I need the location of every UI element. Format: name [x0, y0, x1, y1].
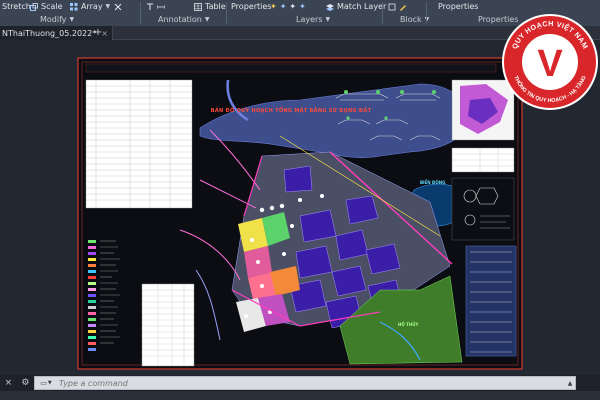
layer-properties-label: Properties [231, 2, 272, 11]
tab-drawing-label: NThaiThuong_05.2022* [2, 28, 97, 38]
command-input[interactable] [55, 377, 565, 389]
annotation-tools[interactable] [146, 0, 165, 13]
match-layer-icon [326, 3, 334, 11]
array-dropdown-icon[interactable]: ▼ [106, 3, 111, 10]
layers-panel-label[interactable]: Layers ▼ [296, 14, 330, 25]
layer-properties-button[interactable]: Properties [231, 0, 271, 13]
ribbon-separator [382, 2, 383, 24]
modify-extra-icons[interactable] [114, 0, 122, 13]
block-panel-label[interactable]: Block▼ [400, 14, 429, 25]
block-tools[interactable] [388, 0, 407, 13]
wrench-icon[interactable]: ⚙ [21, 378, 29, 388]
scale-label: Scale [41, 2, 63, 11]
array-label: Array [81, 2, 103, 11]
stretch-label: Stretch [2, 2, 31, 11]
annotation-panel-label[interactable]: Annotation ▼ [158, 14, 210, 25]
text-icon [147, 3, 153, 10]
layer-bulb-icon: ✦ [270, 2, 277, 11]
insert-block-icon [388, 3, 396, 10]
match-layer-label: Match Layer [337, 2, 387, 11]
table-button[interactable]: Table [194, 0, 226, 13]
array-button[interactable]: Array ▼ [70, 0, 110, 13]
scale-icon [30, 2, 38, 11]
layer-state-icons[interactable]: ✦ ✦ ✦ ✦ [270, 0, 306, 13]
landuse-table [85, 79, 193, 209]
chevron-up-icon[interactable]: ▲ [565, 380, 575, 387]
close-icon[interactable]: × [5, 378, 13, 388]
edit-block-icon [400, 4, 406, 11]
table-icon [194, 2, 202, 11]
sea-label: BIỂN ĐÔNG [420, 180, 446, 185]
scale-button[interactable]: Scale [30, 0, 63, 13]
command-line[interactable]: ▭▼ ▲ [34, 376, 576, 390]
svg-text:V: V [537, 43, 563, 85]
modify-panel-label[interactable]: Modify ▼ [40, 14, 74, 25]
properties-label: Properties [438, 2, 479, 11]
command-line-controls: × ⚙ [0, 375, 34, 391]
map-title: BẢN ĐỒ QUY HOẠCH TỔNG MẶT BẰNG SỬ DỤNG Đ… [210, 108, 372, 114]
status-bar [0, 391, 600, 400]
ribbon-separator [140, 2, 141, 24]
layer-iso-icon: ✦ [299, 2, 306, 11]
command-prompt-icon[interactable]: ▭ ▼ [37, 377, 55, 389]
quy-hoach-viet-nam-logo: V QUY HOẠCH VIỆT NAM THÔNG TIN QUY HOẠCH… [502, 14, 598, 110]
ribbon-separator [226, 2, 227, 24]
table-label: Table [205, 2, 226, 11]
stretch-button[interactable]: Stretch [2, 0, 31, 13]
dimension-icon [157, 4, 165, 9]
autocad-window: Stretch Scale Array ▼ Modify ▼ Table Anno… [0, 0, 600, 400]
match-layer-button[interactable]: Match Layer [326, 0, 386, 13]
lake-label: HỒ THỦY [398, 322, 419, 327]
layer-lock-icon: ✦ [289, 2, 297, 11]
explode-icon [114, 3, 122, 10]
ribbon-separator [426, 2, 427, 24]
new-tab-button[interactable]: + [92, 27, 104, 39]
layer-freeze-icon: ✦ [279, 2, 287, 11]
statistics-table [141, 283, 195, 367]
array-icon [70, 2, 78, 10]
title-strip [85, 63, 497, 73]
properties-button[interactable]: Properties [438, 0, 478, 13]
